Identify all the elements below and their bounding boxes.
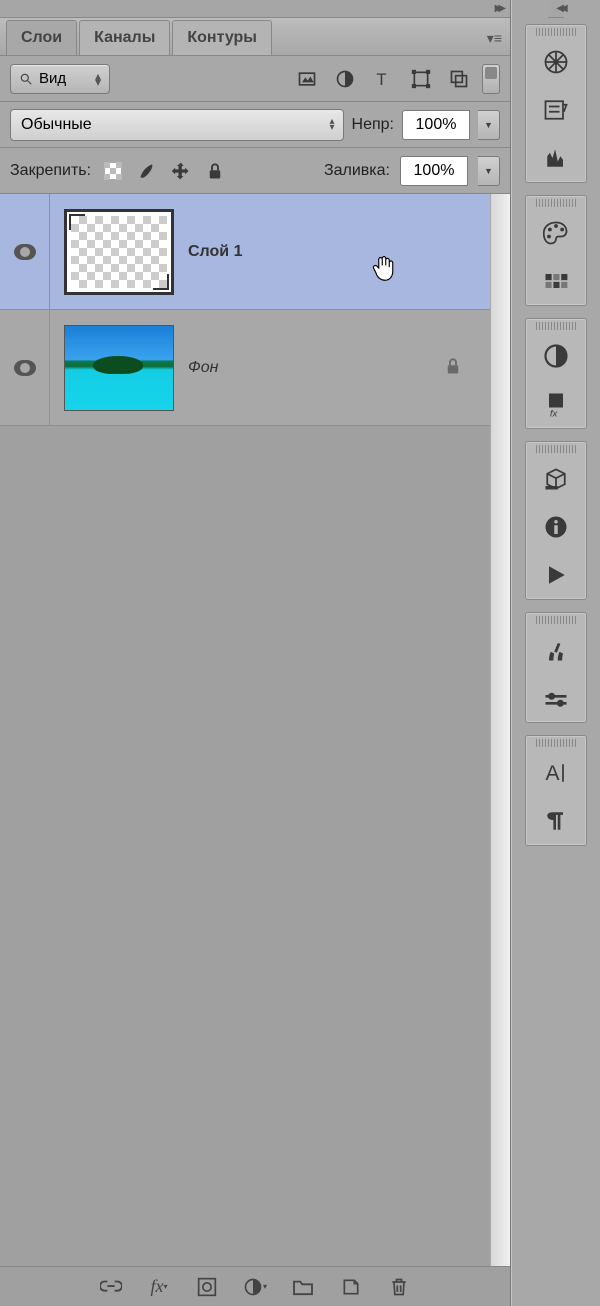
- layer-row[interactable]: Фон: [0, 310, 490, 426]
- eye-icon: [14, 244, 36, 260]
- filter-toggle[interactable]: [482, 64, 500, 94]
- filter-kind-dropdown[interactable]: Вид ▴▾: [10, 64, 110, 94]
- lock-transparency-icon[interactable]: [101, 159, 125, 183]
- layer-name[interactable]: Фон: [188, 359, 218, 377]
- filter-smartobject-icon[interactable]: [444, 64, 474, 94]
- adjustment-layer-icon[interactable]: ▾: [242, 1274, 268, 1300]
- brushes-icon[interactable]: [536, 630, 576, 670]
- grip-icon[interactable]: [536, 322, 576, 330]
- panel-group: fx: [525, 318, 587, 429]
- layer-style-icon[interactable]: fx▾: [146, 1274, 172, 1300]
- filter-pixel-icon[interactable]: [292, 64, 322, 94]
- lock-position-icon[interactable]: [169, 159, 193, 183]
- info-icon[interactable]: [536, 507, 576, 547]
- blend-mode-dropdown[interactable]: Обычные ▴▾: [10, 109, 344, 141]
- collapse-icon[interactable]: ▶▶: [495, 3, 502, 14]
- new-layer-icon[interactable]: [338, 1274, 364, 1300]
- filter-type-icon[interactable]: T: [368, 64, 398, 94]
- filter-kind-label: Вид: [39, 70, 66, 87]
- cursor-icon: [370, 252, 398, 284]
- panel-group: [525, 612, 587, 723]
- eye-icon: [14, 360, 36, 376]
- layers-list: Слой 1 Фон: [0, 194, 510, 1266]
- panel-group: A: [525, 735, 587, 846]
- opacity-input[interactable]: [402, 110, 470, 140]
- history-icon[interactable]: [536, 90, 576, 130]
- expand-icon[interactable]: ◀◀: [556, 3, 563, 14]
- layer-mask-icon[interactable]: [194, 1274, 220, 1300]
- adjustments-icon[interactable]: [536, 336, 576, 376]
- layer-thumbnail[interactable]: [64, 209, 174, 295]
- lock-paint-icon[interactable]: [135, 159, 159, 183]
- 3d-icon[interactable]: [536, 459, 576, 499]
- grip-icon[interactable]: [536, 28, 576, 36]
- lock-toolbar: Закрепить: Заливка: ▼: [0, 148, 510, 194]
- grip-icon[interactable]: [536, 739, 576, 747]
- fill-dropdown[interactable]: ▼: [478, 156, 500, 186]
- play-icon[interactable]: [536, 555, 576, 595]
- new-group-icon[interactable]: [290, 1274, 316, 1300]
- layer-thumbnail[interactable]: [64, 325, 174, 411]
- opacity-label: Непр:: [352, 116, 394, 134]
- styles-icon[interactable]: fx: [536, 384, 576, 424]
- dock-topbar: ◀◀: [548, 0, 563, 18]
- panel-menu-icon[interactable]: ▾≡: [487, 30, 502, 47]
- search-icon: [19, 72, 33, 86]
- blend-mode-value: Обычные: [21, 116, 92, 134]
- svg-text:A: A: [546, 762, 560, 785]
- opacity-dropdown[interactable]: ▼: [478, 110, 500, 140]
- panel-topbar: ▶▶: [0, 0, 510, 18]
- character-icon[interactable]: A: [536, 753, 576, 793]
- panel-tabs: Слои Каналы Контуры ▾≡: [0, 18, 510, 56]
- delete-layer-icon[interactable]: [386, 1274, 412, 1300]
- tab-channels[interactable]: Каналы: [79, 20, 170, 55]
- paragraph-icon[interactable]: [536, 801, 576, 841]
- grip-icon[interactable]: [536, 199, 576, 207]
- svg-text:fx: fx: [550, 408, 559, 418]
- blend-toolbar: Обычные ▴▾ Непр: ▼: [0, 102, 510, 148]
- grip-icon[interactable]: [536, 616, 576, 624]
- layers-bottom-bar: fx▾ ▾: [0, 1266, 510, 1306]
- histogram-icon[interactable]: [536, 138, 576, 178]
- color-icon[interactable]: [536, 213, 576, 253]
- scrollbar[interactable]: [490, 194, 510, 1266]
- layer-row[interactable]: Слой 1: [0, 194, 490, 310]
- swatches-icon[interactable]: [536, 261, 576, 301]
- layers-panel: ▶▶ Слои Каналы Контуры ▾≡ Вид ▴▾ T: [0, 0, 511, 1306]
- link-layers-icon[interactable]: [98, 1274, 124, 1300]
- lock-all-icon[interactable]: [203, 159, 227, 183]
- tab-layers[interactable]: Слои: [6, 20, 77, 55]
- tab-paths[interactable]: Контуры: [172, 20, 272, 55]
- navigator-icon[interactable]: [536, 42, 576, 82]
- visibility-toggle[interactable]: [0, 310, 50, 425]
- layer-name[interactable]: Слой 1: [188, 243, 242, 261]
- brush-presets-icon[interactable]: [536, 678, 576, 718]
- filter-adjustment-icon[interactable]: [330, 64, 360, 94]
- collapsed-panels-dock: ◀◀ fx A: [511, 0, 600, 1306]
- filter-toolbar: Вид ▴▾ T: [0, 56, 510, 102]
- fill-label: Заливка:: [324, 162, 390, 180]
- fill-input[interactable]: [400, 156, 468, 186]
- panel-group: [525, 24, 587, 183]
- filter-shape-icon[interactable]: [406, 64, 436, 94]
- lock-label: Закрепить:: [10, 162, 91, 180]
- panel-group: [525, 195, 587, 306]
- visibility-toggle[interactable]: [0, 194, 50, 309]
- svg-text:T: T: [376, 69, 386, 88]
- panel-group: [525, 441, 587, 600]
- grip-icon[interactable]: [536, 445, 576, 453]
- lock-icon: [444, 356, 462, 379]
